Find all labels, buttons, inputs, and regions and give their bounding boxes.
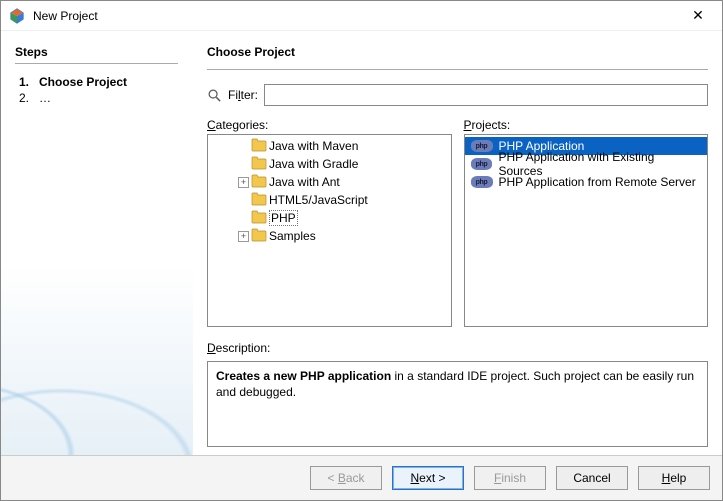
step-item-1: 1. Choose Project	[15, 74, 178, 90]
steps-sidebar: Steps 1. Choose Project 2. …	[1, 31, 193, 455]
next-button[interactable]: Next >	[392, 466, 464, 490]
categories-label: Categories:	[207, 118, 452, 132]
folder-icon	[251, 210, 267, 227]
php-icon: php	[471, 176, 493, 188]
titlebar: New Project ✕	[1, 1, 722, 31]
category-item[interactable]: Java with Maven	[208, 137, 451, 155]
category-item[interactable]: + Samples	[208, 227, 451, 245]
step-label: Choose Project	[39, 75, 127, 89]
folder-icon	[251, 156, 267, 173]
step-label: …	[39, 91, 51, 105]
panels: Categories: Java with Maven Java with Gr…	[207, 118, 708, 327]
steps-header: Steps	[15, 45, 178, 59]
window-title: New Project	[33, 9, 682, 23]
tree-spacer	[238, 195, 249, 206]
footer: < Back Next > Finish Cancel Help	[1, 455, 722, 500]
tree-spacer	[238, 159, 249, 170]
close-button[interactable]: ✕	[682, 7, 714, 24]
app-icon	[9, 8, 25, 24]
php-icon: php	[471, 140, 493, 152]
project-item[interactable]: php PHP Application from Remote Server	[465, 173, 708, 191]
folder-icon	[251, 138, 267, 155]
step-number: 1.	[15, 75, 29, 89]
categories-tree[interactable]: Java with Maven Java with Gradle + Java w…	[207, 134, 452, 327]
finish-button: Finish	[474, 466, 546, 490]
category-label: Java with Gradle	[269, 157, 358, 171]
filter-input[interactable]	[264, 84, 708, 106]
step-number: 2.	[15, 91, 29, 105]
folder-icon	[251, 174, 267, 191]
category-label: PHP	[269, 210, 298, 226]
projects-list[interactable]: phpPHP ApplicationphpPHP Application wit…	[464, 134, 709, 327]
content-divider	[207, 69, 708, 70]
category-label: Java with Ant	[269, 175, 340, 189]
category-label: Samples	[269, 229, 316, 243]
tree-spacer	[238, 141, 249, 152]
cancel-button[interactable]: Cancel	[556, 466, 628, 490]
description-label: Description:	[207, 341, 708, 355]
expand-icon[interactable]: +	[238, 177, 249, 188]
tree-spacer	[238, 213, 249, 224]
category-label: Java with Maven	[269, 139, 358, 153]
description-strong: Creates a new PHP application	[216, 369, 391, 383]
projects-column: Projects: phpPHP ApplicationphpPHP Appli…	[464, 118, 709, 327]
step-item-2: 2. …	[15, 90, 178, 106]
category-item[interactable]: PHP	[208, 209, 451, 227]
projects-label: Projects:	[464, 118, 709, 132]
content-header: Choose Project	[207, 45, 708, 59]
folder-icon	[251, 192, 267, 209]
folder-icon	[251, 228, 267, 245]
project-label: PHP Application from Remote Server	[499, 175, 696, 189]
filter-row: Filter:	[207, 84, 708, 106]
help-button[interactable]: Help	[638, 466, 710, 490]
content-panel: Choose Project Filter: Categories: Java …	[193, 31, 722, 455]
categories-column: Categories: Java with Maven Java with Gr…	[207, 118, 452, 327]
category-label: HTML5/JavaScript	[269, 193, 368, 207]
steps-divider	[15, 63, 178, 64]
category-item[interactable]: HTML5/JavaScript	[208, 191, 451, 209]
description-box: Creates a new PHP application in a stand…	[207, 361, 708, 447]
category-item[interactable]: + Java with Ant	[208, 173, 451, 191]
expand-icon[interactable]: +	[238, 231, 249, 242]
category-item[interactable]: Java with Gradle	[208, 155, 451, 173]
filter-label: Filter:	[228, 88, 258, 102]
project-item[interactable]: phpPHP Application with Existing Sources	[465, 155, 708, 173]
php-icon: php	[471, 158, 493, 170]
main: Steps 1. Choose Project 2. … Choose Proj…	[1, 31, 722, 455]
back-button: < Back	[310, 466, 382, 490]
search-icon	[207, 88, 222, 103]
project-label: PHP Application with Existing Sources	[498, 150, 701, 178]
